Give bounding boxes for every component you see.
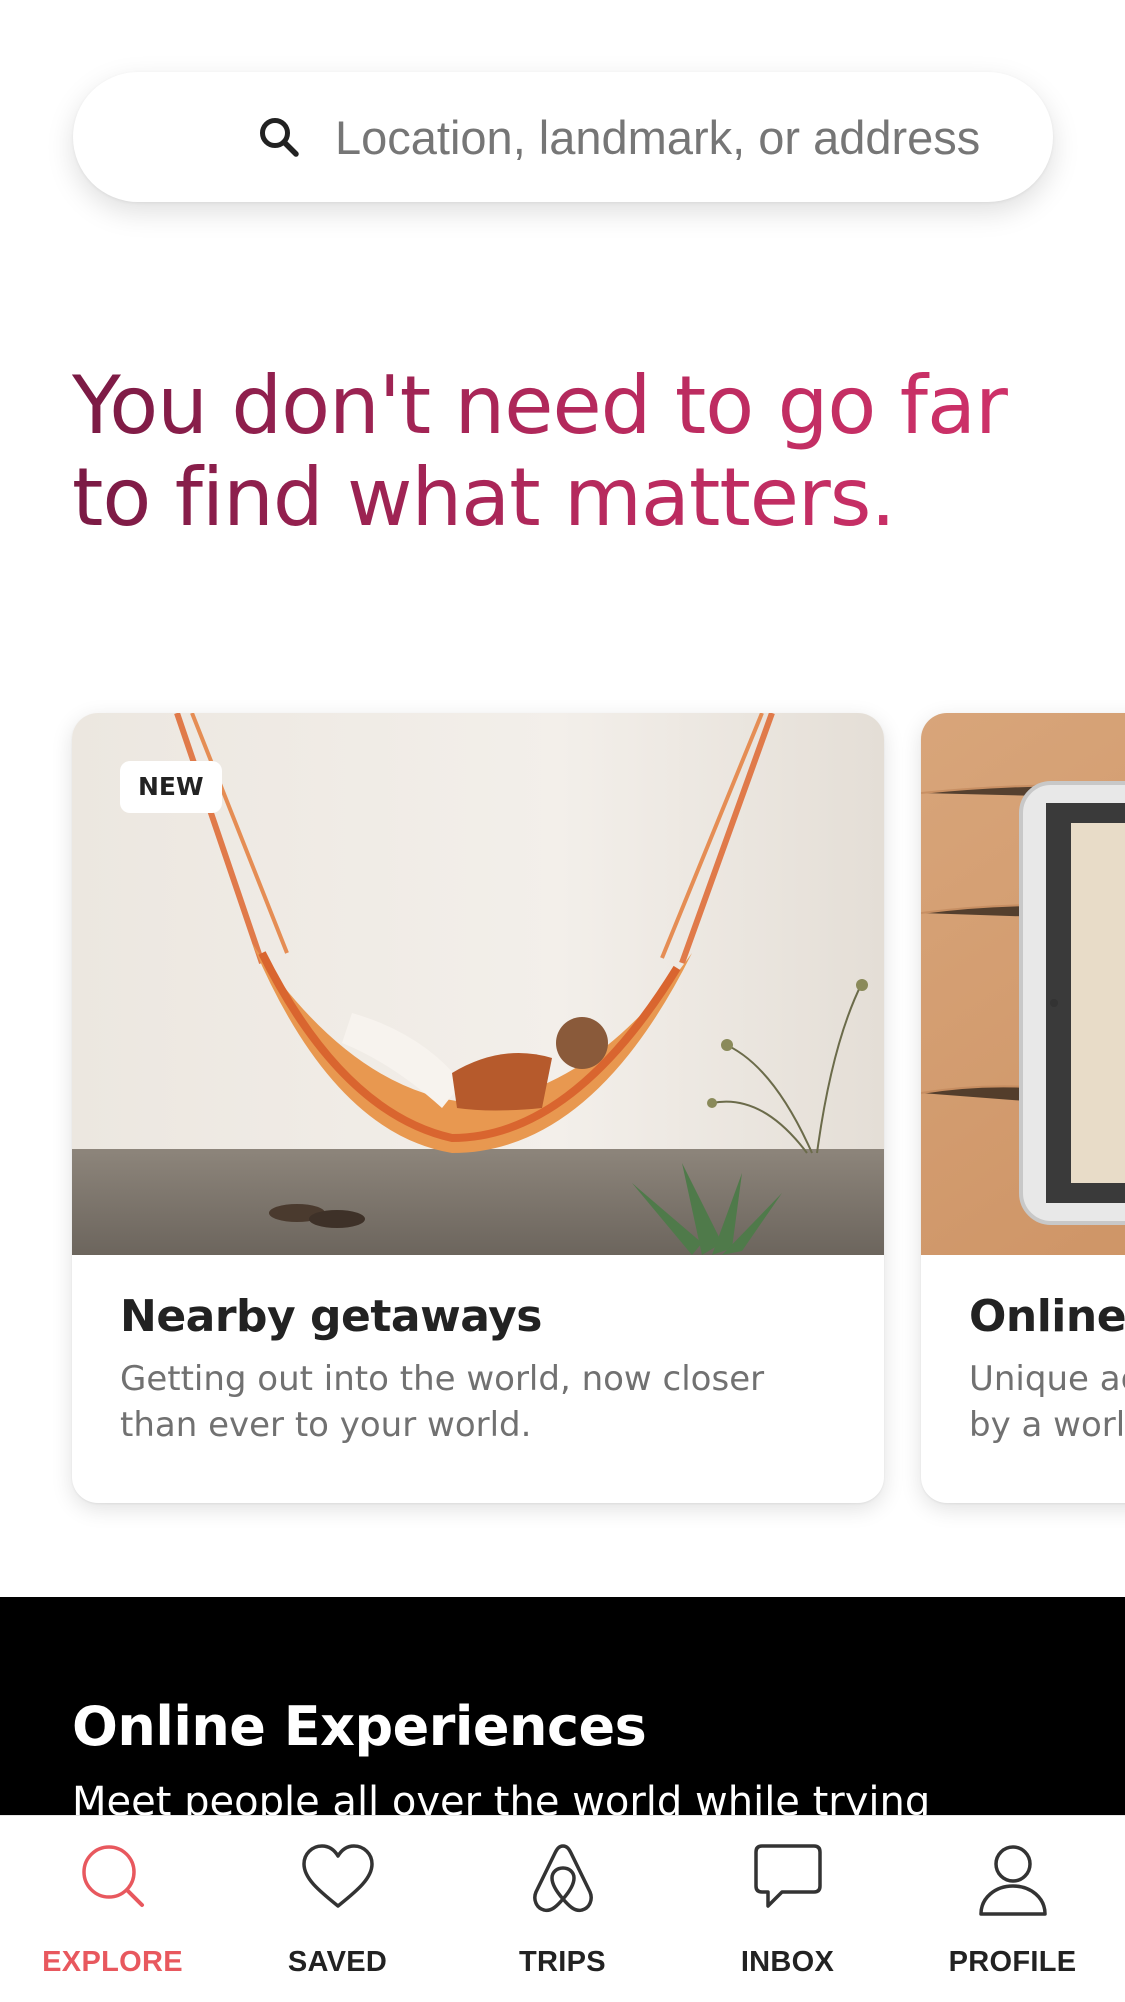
card-description: Unique ac by a world (969, 1356, 1125, 1448)
nav-label: PROFILE (948, 1946, 1077, 1978)
headline-line-1: You don't need to go far (72, 359, 1007, 452)
bottom-nav: EXPLORE SAVED TRIPS INBOX PROFILE (0, 1815, 1125, 2002)
online-experiences-section[interactable]: Online Experiences Meet people all over … (0, 1597, 1125, 1825)
search-input[interactable] (335, 102, 1025, 172)
nav-label: EXPLORE (42, 1946, 183, 1978)
search-icon (81, 1845, 144, 1907)
card-description-line-1: Getting out into the world, now closer (120, 1359, 765, 1399)
airbnb-logo-icon (532, 1844, 593, 1913)
search-bar[interactable] (73, 72, 1053, 202)
card-description: Getting out into the world, now closer t… (120, 1356, 840, 1448)
person-icon (978, 1845, 1047, 1916)
card-description-line-2: than ever to your world. (120, 1405, 532, 1445)
headline-line-2: to find what matters. (72, 451, 895, 544)
heart-icon (301, 1844, 374, 1908)
section-title: Online Experiences (72, 1695, 647, 1758)
nav-label: SAVED (287, 1946, 388, 1978)
search-icon (260, 118, 299, 157)
online-experiences-card[interactable]: Online Unique ac by a world (921, 713, 1125, 1503)
card-description-line-1: Unique ac (969, 1359, 1125, 1399)
tablet-photo (921, 713, 1125, 1255)
nav-inbox[interactable]: INBOX (675, 1816, 900, 2002)
nav-profile[interactable]: PROFILE (900, 1816, 1125, 2002)
card-body: Online Unique ac by a world (969, 1291, 1125, 1448)
nav-saved[interactable]: SAVED (225, 1816, 450, 2002)
card-body: Nearby getaways Getting out into the wor… (120, 1291, 840, 1448)
headline: You don't need to go far to find what ma… (72, 360, 1052, 544)
new-badge: NEW (120, 761, 222, 813)
nav-label: TRIPS (519, 1946, 606, 1978)
nav-explore[interactable]: EXPLORE (0, 1816, 225, 2002)
nearby-getaways-card[interactable]: NEW Nearby getaways Getting out into the… (72, 713, 884, 1503)
explore-screen: You don't need to go far to find what ma… (0, 0, 1125, 2002)
nav-trips[interactable]: TRIPS (450, 1816, 675, 2002)
card-title: Nearby getaways (120, 1291, 542, 1342)
card-description-line-2: by a world (969, 1405, 1125, 1445)
chat-bubble-icon (753, 1844, 822, 1908)
card-title: Online (969, 1291, 1125, 1342)
nav-label: INBOX (740, 1946, 835, 1978)
